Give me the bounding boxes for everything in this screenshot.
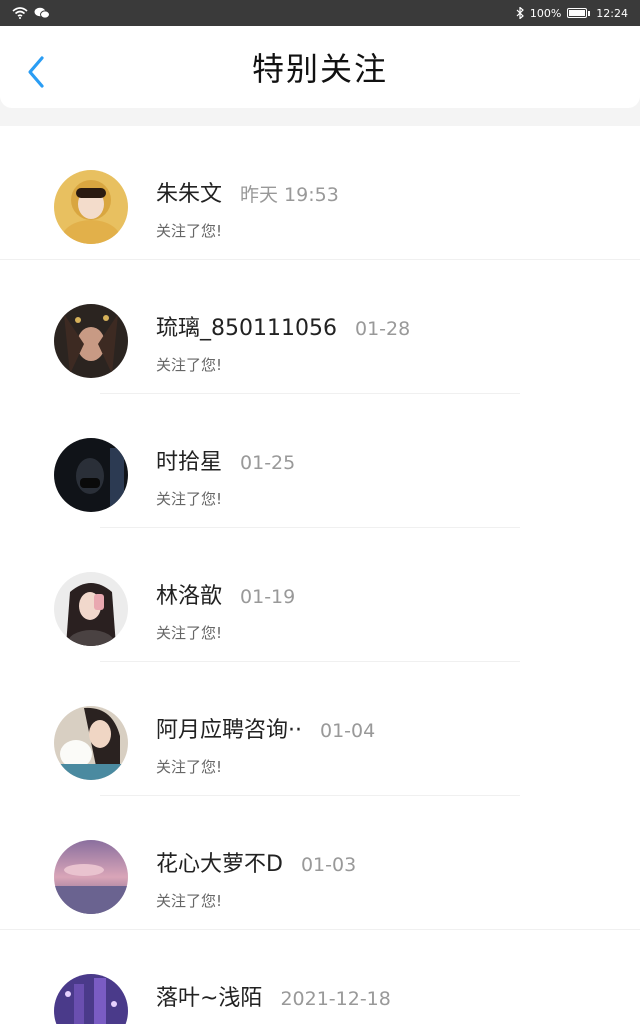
list-item[interactable]: 琉璃_850111056 01-28 关注了您! (0, 260, 640, 394)
avatar[interactable] (54, 840, 128, 914)
follow-status: 关注了您! (156, 356, 223, 374)
user-name[interactable]: 琉璃_850111056 (156, 310, 337, 342)
timestamp: 昨天 19:53 (240, 184, 339, 206)
list-item[interactable]: 阿月应聘咨询·· 01-04 关注了您! (0, 662, 640, 796)
bluetooth-icon (516, 7, 524, 19)
user-name[interactable]: 朱朱文 (156, 176, 222, 208)
timestamp: 01-04 (320, 720, 376, 742)
name-line: 落叶~浅陌 2021-12-18 (156, 980, 391, 1012)
avatar[interactable] (54, 706, 128, 780)
avatar[interactable] (54, 304, 128, 378)
status-bar: 100% 12:24 (0, 0, 640, 26)
avatar[interactable] (54, 170, 128, 244)
timestamp: 01-25 (240, 452, 296, 474)
follow-list: 朱朱文 昨天 19:53 关注了您! 琉璃_850111056 01-28 关注… (0, 126, 640, 1024)
timestamp: 2021-12-18 (280, 988, 391, 1010)
user-name[interactable]: 林洛歆 (156, 578, 222, 610)
name-line: 琉璃_850111056 01-28 (156, 310, 410, 342)
list-item[interactable]: 林洛歆 01-19 关注了您! (0, 528, 640, 662)
follow-status: 关注了您! (156, 490, 223, 508)
status-time: 12:24 (596, 6, 628, 20)
avatar[interactable] (54, 572, 128, 646)
name-line: 林洛歆 01-19 (156, 578, 295, 610)
back-button[interactable] (22, 54, 50, 90)
chevron-left-icon (28, 56, 44, 88)
user-name[interactable]: 阿月应聘咨询·· (156, 712, 302, 744)
status-right: 100% 12:24 (516, 7, 628, 20)
follow-status: 关注了您! (156, 222, 223, 240)
timestamp: 01-03 (300, 854, 357, 876)
name-line: 花心大萝不D 01-03 (156, 846, 356, 878)
name-line: 时拾星 01-25 (156, 444, 295, 476)
name-line: 阿月应聘咨询·· 01-04 (156, 712, 375, 744)
list-item[interactable]: 时拾星 01-25 关注了您! (0, 394, 640, 528)
wifi-icon (12, 7, 28, 19)
user-name[interactable]: 落叶~浅陌 (156, 980, 262, 1012)
list-item[interactable]: 朱朱文 昨天 19:53 关注了您! (0, 126, 640, 260)
battery-percent: 100% (529, 6, 562, 20)
follow-status: 关注了您! (156, 624, 223, 642)
list-item[interactable]: 花心大萝不D 01-03 关注了您! (0, 796, 640, 930)
follow-status: 关注了您! (156, 892, 223, 910)
avatar[interactable] (54, 974, 128, 1024)
battery-cap (588, 10, 591, 16)
timestamp: 01-28 (354, 318, 411, 340)
status-left (12, 7, 50, 19)
list-item[interactable]: 落叶~浅陌 2021-12-18 (0, 930, 640, 1024)
user-name[interactable]: 时拾星 (156, 444, 222, 476)
follow-status: 关注了您! (156, 758, 223, 776)
name-line: 朱朱文 昨天 19:53 (156, 176, 339, 208)
avatar[interactable] (54, 438, 128, 512)
user-name[interactable]: 花心大萝不D (156, 846, 283, 878)
battery-icon (567, 8, 588, 18)
page-title: 特别关注 (251, 50, 388, 88)
timestamp: 01-19 (240, 586, 296, 608)
wechat-icon (34, 7, 50, 19)
nav-bar: 特别关注 (0, 26, 640, 108)
